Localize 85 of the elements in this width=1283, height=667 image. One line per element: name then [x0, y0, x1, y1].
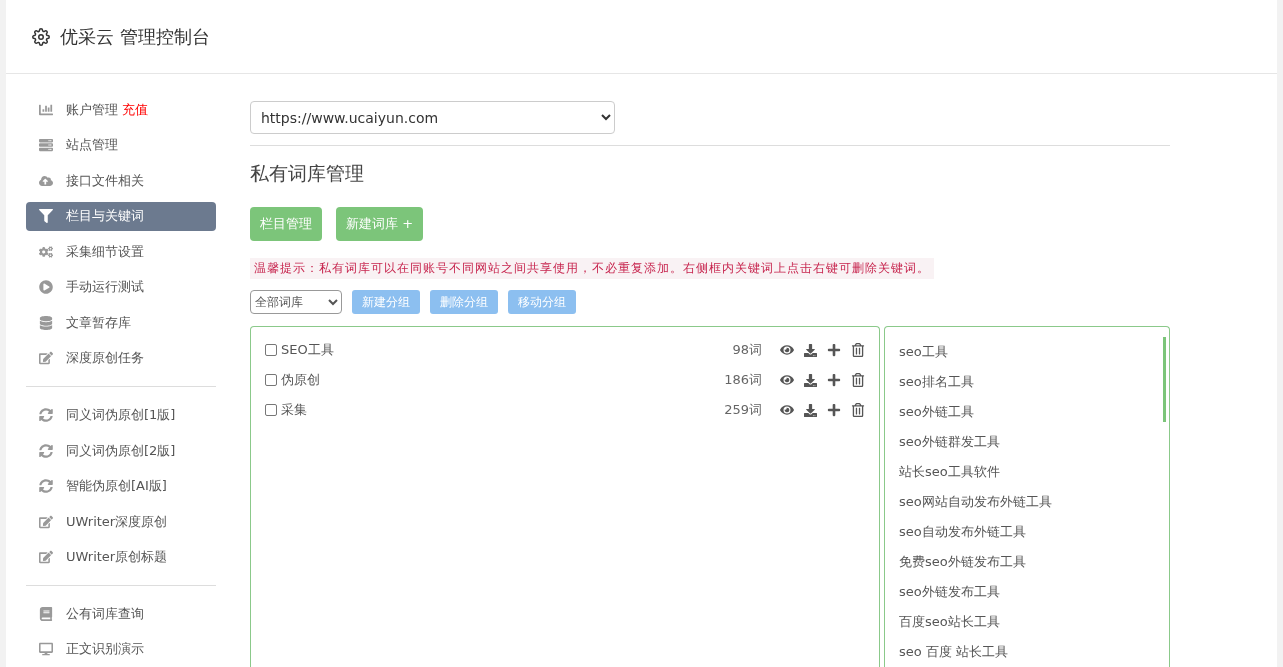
monitor-icon — [38, 642, 54, 657]
filter-icon — [38, 209, 54, 224]
keyword-item[interactable]: 免费seo外链发布工具 — [899, 547, 1169, 577]
eye-icon[interactable] — [780, 373, 794, 387]
keyword-item[interactable]: seo排名工具 — [899, 367, 1169, 397]
edit-icon — [38, 550, 54, 565]
library-name: SEO工具 — [281, 341, 335, 359]
download-icon[interactable] — [804, 373, 817, 387]
sidebar-item[interactable]: 公有词库查询 — [26, 598, 216, 629]
word-count: 98词 — [732, 341, 762, 359]
trash-icon[interactable] — [851, 343, 865, 357]
sidebar-item[interactable]: 智能伪原创[AI版] — [26, 471, 216, 501]
book-icon — [38, 606, 54, 621]
site-select[interactable]: https://www.ucaiyun.com — [250, 101, 615, 134]
sidebar-item[interactable]: 采集细节设置 — [26, 237, 216, 267]
settings-icon — [32, 27, 50, 46]
section-title: 私有词库管理 — [250, 161, 365, 186]
plus-icon[interactable] — [827, 403, 841, 417]
sidebar-item[interactable]: 接口文件相关 — [26, 166, 216, 196]
sidebar-label: 深度原创任务 — [66, 349, 144, 368]
checkbox[interactable] — [265, 374, 277, 386]
sidebar-label: 正文识别演示 — [66, 640, 144, 659]
sidebar-label: 同义词伪原创[1版] — [66, 406, 176, 424]
cloud-upload-icon — [38, 173, 54, 188]
sidebar-item[interactable]: 手动运行测试 — [26, 272, 216, 303]
group-select[interactable]: 全部词库 — [250, 290, 342, 314]
bar-chart-icon — [38, 102, 54, 117]
keyword-item[interactable]: seo工具 — [899, 337, 1169, 367]
keyword-item[interactable]: seo自动发布外链工具 — [899, 517, 1169, 547]
database-icon — [38, 315, 54, 330]
sidebar-label: 智能伪原创[AI版] — [66, 477, 167, 496]
sidebar-label: 同义词伪原创[2版] — [66, 441, 176, 460]
word-count: 259词 — [724, 401, 762, 419]
trash-icon[interactable] — [851, 403, 865, 417]
edit-icon — [38, 351, 54, 366]
recharge-link[interactable]: 充值 — [122, 100, 148, 119]
sidebar-label: 采集细节设置 — [66, 242, 144, 261]
sidebar-label: 栏目与关键词 — [66, 207, 144, 226]
library-name: 伪原创 — [281, 371, 321, 389]
checkbox[interactable] — [265, 404, 277, 416]
sidebar-item[interactable]: UWriter深度原创 — [26, 506, 216, 537]
refresh-icon — [38, 479, 54, 494]
sidebar-label: 账户管理 — [66, 100, 118, 119]
sidebar-label: 手动运行测试 — [66, 278, 144, 297]
gears-icon — [38, 244, 54, 259]
sidebar-label: 站点管理 — [66, 136, 118, 155]
sidebar-item[interactable]: 深度原创任务 — [26, 343, 216, 374]
sidebar-label: 接口文件相关 — [66, 171, 144, 190]
keyword-item[interactable]: seo外链工具 — [899, 397, 1169, 427]
keyword-item[interactable]: seo网站自动发布外链工具 — [899, 487, 1169, 517]
sidebar-item[interactable]: 账户管理 充值 — [26, 95, 216, 125]
sidebar-item[interactable]: 正文识别演示 — [26, 634, 216, 664]
download-icon[interactable] — [804, 343, 817, 357]
keyword-item[interactable]: 站长seo工具软件 — [899, 457, 1169, 487]
scrollbar[interactable] — [1163, 337, 1166, 422]
plus-icon[interactable] — [827, 343, 841, 357]
sidebar-label: UWriter原创标题 — [66, 548, 168, 567]
edit-icon — [38, 514, 54, 529]
tip-text: 温馨提示：私有词库可以在同账号不同网站之间共享使用，不必重复添加。右侧框内关键词上点击右键可删除关键词。 — [250, 258, 934, 279]
keyword-item[interactable]: seo外链发布工具 — [899, 577, 1169, 607]
sidebar-item[interactable]: UWriter原创标题 — [26, 542, 216, 572]
download-icon[interactable] — [804, 403, 817, 417]
sidebar-label: 文章暂存库 — [66, 313, 131, 332]
sidebar-item[interactable]: 同义词伪原创[1版] — [26, 400, 216, 430]
library-name: 采集 — [281, 401, 308, 419]
sidebar-label: 公有词库查询 — [66, 604, 144, 623]
eye-icon[interactable] — [780, 343, 794, 357]
checkbox[interactable] — [265, 344, 277, 356]
keyword-item[interactable]: seo外链群发工具 — [899, 427, 1169, 457]
eye-icon[interactable] — [780, 403, 794, 417]
trash-icon[interactable] — [851, 373, 865, 387]
console-title: 优采云 管理控制台 — [60, 24, 210, 49]
server-icon — [38, 138, 54, 153]
sidebar-item[interactable]: 站点管理 — [26, 130, 216, 161]
keyword-item[interactable]: seo 百度 站长工具 — [899, 637, 1169, 667]
plus-icon[interactable] — [827, 373, 841, 387]
sidebar-label: UWriter深度原创 — [66, 512, 168, 531]
refresh-icon — [38, 408, 54, 422]
sidebar-item[interactable]: 同义词伪原创[2版] — [26, 435, 216, 466]
keyword-item[interactable]: 百度seo站长工具 — [899, 607, 1169, 637]
word-count: 186词 — [724, 371, 762, 389]
sidebar-item[interactable]: 文章暂存库 — [26, 308, 216, 338]
sidebar-item[interactable]: 栏目与关键词 — [26, 201, 216, 232]
refresh-icon — [38, 443, 54, 458]
play-icon — [38, 280, 54, 295]
